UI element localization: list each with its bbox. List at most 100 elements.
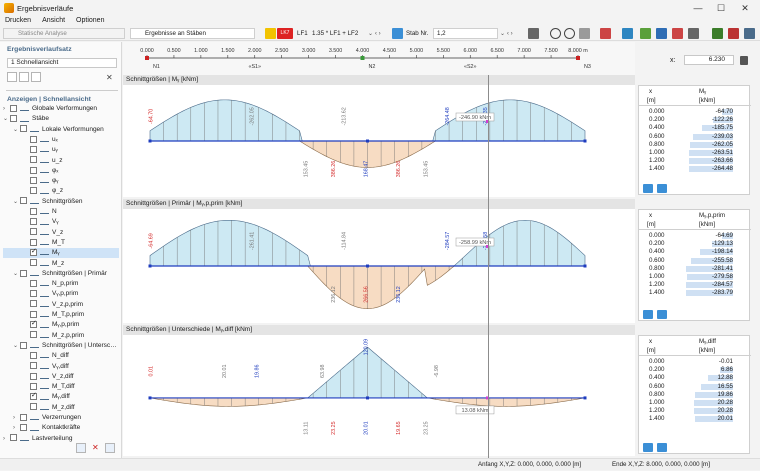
tree-item[interactable]: ›Lastverteilung [3,434,119,444]
settings-icon[interactable] [728,28,739,39]
tree-checkbox[interactable] [30,239,37,246]
print-icon[interactable] [528,28,539,39]
table-row[interactable]: 0.400 -198.14 [639,248,751,256]
tree-item[interactable]: ⌄Lokale Verformungen [3,125,119,135]
chart-plot[interactable]: -64.69-261.41-284.57-279.58-114.84236.12… [123,209,635,323]
table-row[interactable]: 0.600 -239.03 [639,133,751,141]
tree-item[interactable]: ⌄Schnittgrößen | Primär [3,269,119,279]
tree-item[interactable]: u_z [3,156,119,166]
tree-checkbox[interactable] [30,136,37,143]
tree-checkbox[interactable] [30,146,37,153]
tree-item[interactable]: φ_z [3,186,119,196]
tree-item[interactable]: Mᵧ [3,248,119,258]
tree-item[interactable]: ⌄Schnittgrößen | Untersc… [3,341,119,351]
tree-checkbox[interactable] [30,177,37,184]
menu-item-ansicht[interactable]: Ansicht [42,17,65,24]
table-row[interactable]: 1.400 20.01 [639,415,751,423]
tree-item[interactable]: N_p,prim [3,279,119,289]
chart-plot[interactable]: -64.70-262.05-264.48-262.35-213.62153.45… [123,85,635,197]
chevron-down-icon[interactable]: ⌄ ‹ › [368,30,381,37]
filter-icon[interactable] [643,443,653,452]
new-set-icon[interactable] [7,72,17,82]
tree-item[interactable]: uₓ [3,135,119,145]
tree-checkbox[interactable] [30,167,37,174]
tree-item[interactable]: Vᵧ,diff [3,362,119,372]
table-row[interactable]: 0.600 16.55 [639,383,751,391]
table-row[interactable]: 0.800 -281.41 [639,265,751,273]
chevron-down-icon[interactable]: ⌄ [13,197,20,207]
funnel-icon[interactable] [657,443,667,452]
tree-checkbox[interactable] [20,197,27,204]
tree-item[interactable]: N [3,207,119,217]
tree-item[interactable]: M_T,diff [3,382,119,392]
tree-checkbox[interactable] [30,208,37,215]
display-options-icon[interactable] [600,28,611,39]
zoom-in-icon[interactable] [550,28,561,39]
result-table[interactable]: x [m] Mᵧ,diff [kNm]0.000 -0.010.200 6.86… [638,335,750,454]
tree-item[interactable]: Vᵧ [3,217,119,227]
minimize-icon[interactable]: — [690,2,706,15]
table-row[interactable]: 1.400 -283.79 [639,289,751,297]
chevron-down-icon[interactable]: ⌄ [13,341,20,351]
node-marker[interactable] [361,56,365,60]
table-row[interactable]: 1.200 -263.66 [639,157,751,165]
tree-checkbox[interactable] [30,187,37,194]
chevron-down-icon[interactable]: ⌄ [13,125,20,135]
clear-icon[interactable]: ✕ [92,443,99,452]
tree-checkbox[interactable] [30,393,37,400]
chevron-right-icon[interactable]: › [3,434,10,444]
table-row[interactable]: 1.000 -279.58 [639,273,751,281]
member-ruler[interactable]: 0.0000.5001.0001.5002.0002.5003.0003.500… [123,42,635,75]
table-row[interactable]: 1.400 -264.48 [639,165,751,173]
tree-item[interactable]: ⌄Schnittgrößen [3,197,119,207]
extremes-icon[interactable] [672,28,683,39]
filter-icon[interactable] [643,184,653,193]
table-row[interactable]: 0.600 -255.58 [639,257,751,265]
tree-checkbox[interactable] [30,259,37,266]
cursor-line[interactable] [488,75,489,458]
filter-icon[interactable] [622,28,633,39]
tree-item[interactable]: uᵧ [3,145,119,155]
funnel-icon[interactable] [657,184,667,193]
tree-checkbox[interactable] [20,414,27,421]
table-row[interactable]: 0.200 -129.13 [639,240,751,248]
chevron-right-icon[interactable]: › [13,423,20,433]
node-marker[interactable] [145,56,149,60]
zoom-out-icon[interactable] [564,28,575,39]
tree-checkbox[interactable] [30,373,37,380]
chevron-right-icon[interactable]: › [3,104,10,114]
tree-checkbox[interactable] [10,105,17,112]
chevron-down-icon[interactable]: ⌄ [13,269,20,279]
table-row[interactable]: 0.200 -122.26 [639,116,751,124]
tree-item[interactable]: φᵧ [3,176,119,186]
tree-item[interactable]: N_diff [3,351,119,361]
funnel-icon[interactable] [657,310,667,319]
results-on-select[interactable]: Ergebnisse an Stäben [130,28,255,39]
settings-icon[interactable] [105,443,115,453]
result-set-select[interactable]: 1 Schnellansicht [7,58,117,68]
tree-item[interactable]: ›Verzerrungen [3,413,119,423]
table-row[interactable]: 0.200 6.86 [639,366,751,374]
table-row[interactable]: 0.800 19.86 [639,391,751,399]
tree-checkbox[interactable] [30,311,37,318]
chevron-down-icon[interactable]: ⌄ [3,114,10,124]
tree-item[interactable]: ⌄Stäbe [3,114,119,124]
lock-icon[interactable] [740,56,748,65]
tree-checkbox[interactable] [30,321,37,328]
table-row[interactable]: 1.000 20.28 [639,399,751,407]
x-input[interactable]: 6.230 [684,55,734,65]
member-input[interactable]: 1,2 [433,28,498,39]
zoom-window-icon[interactable] [579,28,590,39]
member-nav-icon[interactable]: ⌄ ‹ › [500,30,513,37]
tree-checkbox[interactable] [20,342,27,349]
tree-item[interactable]: M_T [3,238,119,248]
tree-checkbox[interactable] [30,331,37,338]
table-row[interactable]: 0.000 -64.69 [639,232,751,240]
edit-set-icon[interactable] [31,72,41,82]
analysis-select[interactable]: Statische Analyse [3,28,125,39]
chevron-right-icon[interactable]: › [13,413,20,423]
result-table[interactable]: x [m] Mᵧ,p,prim [kNm]0.000 -64.690.200 -… [638,209,750,321]
tree-checkbox[interactable] [30,362,37,369]
tree-item[interactable]: ›Kontaktkräfte [3,423,119,433]
tree-checkbox[interactable] [30,156,37,163]
